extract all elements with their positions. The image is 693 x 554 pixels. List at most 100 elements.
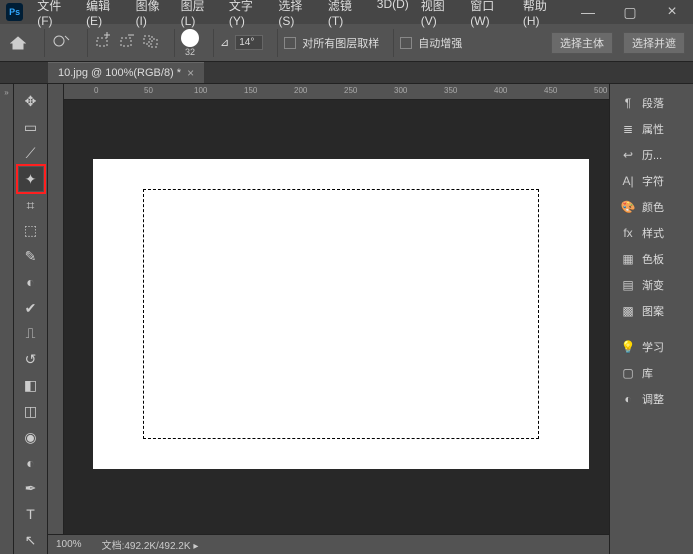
menu-y[interactable]: 文字(Y) [223, 0, 273, 31]
select-subject-button[interactable]: 选择主体 [551, 32, 613, 54]
tab-title: 10.jpg @ 100%(RGB/8) * [58, 67, 181, 79]
sample-all-layers-checkbox[interactable] [284, 37, 296, 49]
panel-color[interactable]: 🎨 颜色 [610, 194, 693, 220]
menu-s[interactable]: 选择(S) [272, 0, 322, 31]
status-bar: 100% 文档:492.2K/492.2K ▸ [48, 534, 609, 554]
panel-swatches[interactable]: ▦色板 [610, 246, 693, 272]
toolbar-collapse-icon[interactable]: » [4, 88, 8, 554]
canvas[interactable] [93, 159, 589, 469]
menubar: Ps 文件(F)编辑(E)图像(I)图层(L)文字(Y)选择(S)滤镜(T)3D… [0, 0, 693, 24]
chevron-right-icon: ▸ [193, 541, 198, 552]
tool-marquee[interactable]: ▭ [19, 116, 43, 140]
menu-dd[interactable]: 3D(D) [371, 0, 415, 31]
menu-t[interactable]: 滤镜(T) [322, 0, 371, 31]
close-button[interactable]: × [651, 0, 693, 24]
ruler-tick: 100 [194, 86, 207, 95]
canvas-area: 050100150200250300350400450500 100% 文档:4… [48, 84, 609, 554]
panel-label: 库 [642, 365, 653, 381]
tab-close-icon[interactable]: × [187, 66, 194, 80]
patterns-icon: ▩ [620, 304, 636, 318]
color-icon: 🎨 [620, 200, 636, 214]
history-icon: ↩ [620, 148, 636, 162]
tool-preset-icon[interactable] [51, 32, 73, 53]
panel-learn[interactable]: 💡 学习 [610, 334, 693, 360]
panel-libraries[interactable]: ▢库 [610, 360, 693, 386]
maximize-button[interactable]: ▢ [609, 0, 651, 24]
tool-eyedropper[interactable]: ✎ [19, 245, 43, 269]
intersect-selection-icon[interactable] [142, 32, 160, 53]
tool-gradient[interactable]: ◫ [19, 399, 43, 423]
menu-f[interactable]: 文件(F) [31, 0, 80, 31]
panel-label: 色板 [642, 251, 664, 267]
tool-move[interactable]: ✥ [19, 90, 43, 114]
select-and-mask-button[interactable]: 选择并遮 [623, 32, 685, 54]
tool-brush[interactable]: ✔ [19, 296, 43, 320]
menu-l[interactable]: 图层(L) [175, 0, 223, 31]
tool-dodge[interactable]: ◐ [19, 451, 43, 475]
menu-h[interactable]: 帮助(H) [517, 0, 567, 31]
tool-frame[interactable]: ⬚ [19, 219, 43, 243]
panel-adjustments[interactable]: ◐调整 [610, 386, 693, 412]
ruler-tick: 350 [444, 86, 457, 95]
home-icon[interactable] [8, 36, 28, 50]
panel-label: 颜色 [642, 199, 664, 215]
doc-info[interactable]: 文档:492.2K/492.2K ▸ [102, 537, 199, 552]
panel-styles[interactable]: fx样式 [610, 220, 693, 246]
tool-patch[interactable]: ◐ [19, 270, 43, 294]
libraries-icon: ▢ [620, 366, 636, 380]
ruler-tick: 0 [94, 86, 98, 95]
menu-i[interactable]: 图像(I) [130, 0, 175, 31]
ruler-tick: 450 [544, 86, 557, 95]
panel-label: 段落 [642, 95, 664, 111]
panel-label: 学习 [642, 339, 664, 355]
tool-pen[interactable]: ✒ [19, 477, 43, 501]
learn-icon: 💡 [620, 340, 636, 354]
tool-quick-select[interactable]: ✦ [19, 167, 43, 191]
selection-marquee [143, 189, 539, 439]
tool-type[interactable]: T [19, 503, 43, 527]
panel-properties[interactable]: ≣属性 [610, 116, 693, 142]
panels-dock: ¶段落≣属性↩历...A|字符🎨颜色fx样式▦色板▤渐变▩图案 💡学习▢库◐调整 [609, 84, 693, 554]
paragraph-icon: ¶ [620, 96, 636, 110]
tool-crop[interactable]: ⌗ [19, 193, 43, 217]
tool-history-brush[interactable]: ↺ [19, 348, 43, 372]
angle-input[interactable] [235, 35, 263, 50]
add-selection-icon[interactable] [94, 32, 112, 53]
panel-gradients[interactable]: ▤渐变 [610, 272, 693, 298]
ps-logo-icon: Ps [6, 3, 23, 21]
panel-label: 调整 [642, 391, 664, 407]
tool-blur[interactable]: ◉ [19, 425, 43, 449]
brush-preview-icon[interactable] [181, 29, 199, 47]
subtract-selection-icon[interactable] [118, 32, 136, 53]
ruler-tick: 300 [394, 86, 407, 95]
document-tab[interactable]: 10.jpg @ 100%(RGB/8) * × [48, 62, 204, 83]
menu-w[interactable]: 窗口(W) [464, 0, 517, 31]
ruler-tick: 500 [594, 86, 607, 95]
tool-clone[interactable]: ⎍ [19, 322, 43, 346]
panel-patterns[interactable]: ▩图案 [610, 298, 693, 324]
angle-icon: ⊿ [220, 36, 229, 49]
tool-lasso[interactable]: ⟋ [19, 142, 43, 166]
panel-label: 属性 [642, 121, 664, 137]
styles-icon: fx [620, 226, 636, 240]
tool-path[interactable]: ↖ [19, 528, 43, 552]
ruler-tick: 50 [144, 86, 153, 95]
menu-items: 文件(F)编辑(E)图像(I)图层(L)文字(Y)选择(S)滤镜(T)3D(D)… [31, 0, 567, 31]
ruler-tick: 150 [244, 86, 257, 95]
ruler-tick: 200 [294, 86, 307, 95]
panel-history[interactable]: ↩历... [610, 142, 693, 168]
menu-e[interactable]: 编辑(E) [80, 0, 130, 31]
tools-panel: ✥▭⟋✦⌗⬚✎◐✔⎍↺◧◫◉◐✒T↖ [14, 84, 48, 554]
panel-character[interactable]: A|字符 [610, 168, 693, 194]
ruler-vertical [48, 84, 64, 554]
ruler-horizontal: 050100150200250300350400450500 [64, 84, 609, 100]
panel-paragraph[interactable]: ¶ 段落 [610, 90, 693, 116]
menu-v[interactable]: 视图(V) [415, 0, 465, 31]
zoom-level[interactable]: 100% [56, 539, 82, 550]
gradients-icon: ▤ [620, 278, 636, 292]
minimize-button[interactable]: — [567, 0, 609, 24]
window-controls: — ▢ × [567, 0, 693, 24]
document-tabbar: 10.jpg @ 100%(RGB/8) * × [0, 62, 693, 84]
tool-eraser[interactable]: ◧ [19, 374, 43, 398]
auto-enhance-checkbox[interactable] [400, 37, 412, 49]
